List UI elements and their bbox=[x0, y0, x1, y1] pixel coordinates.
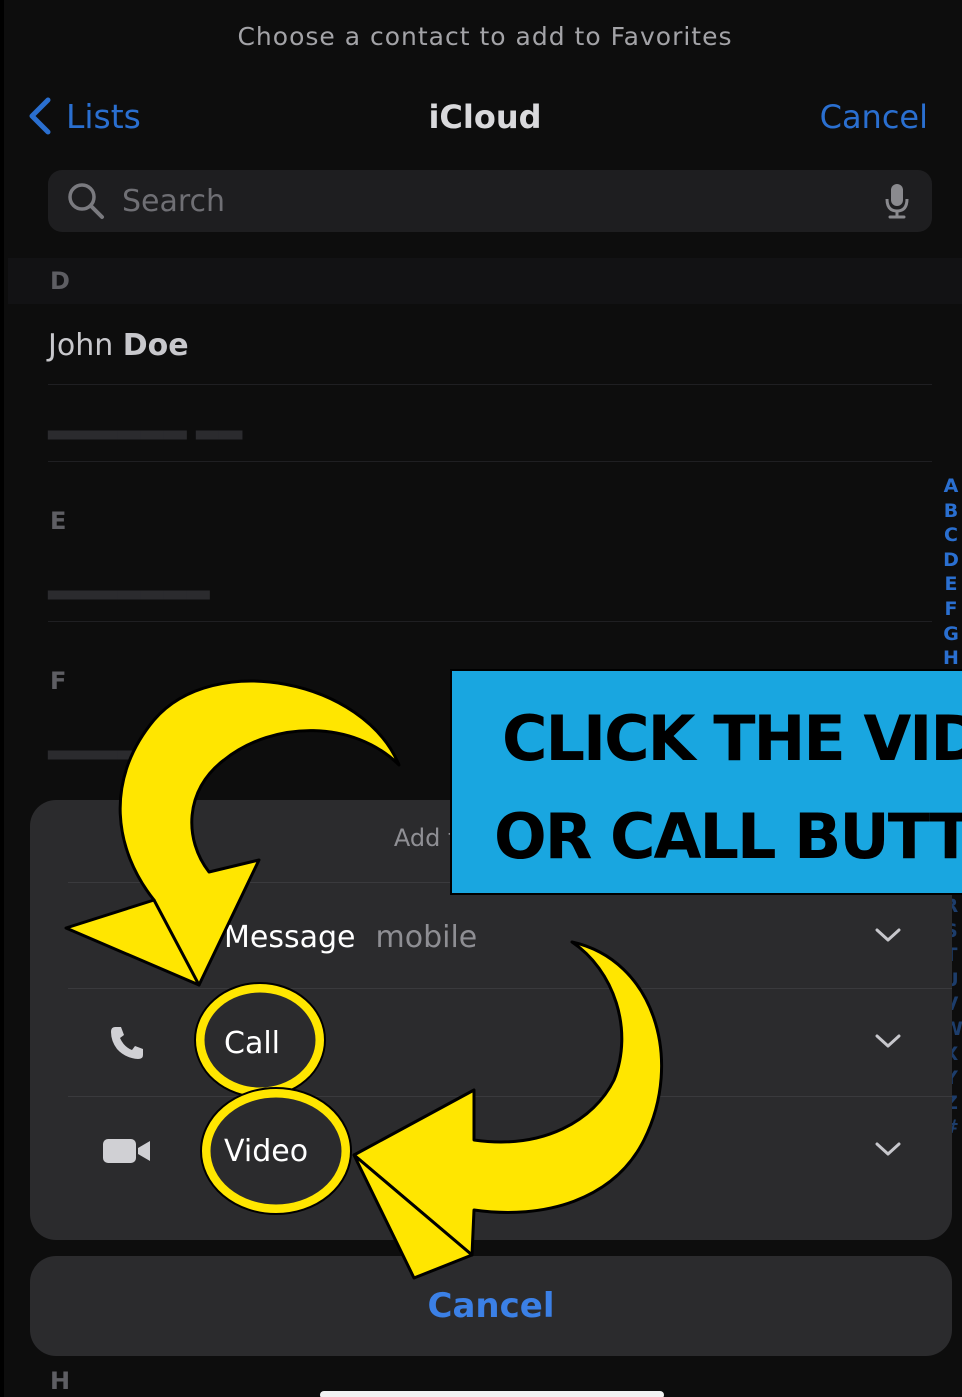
video-icon bbox=[68, 1136, 186, 1166]
redacted-contact: ▂▂▂▂▂▂ ▂▂ bbox=[48, 405, 243, 440]
index-letter[interactable]: A bbox=[942, 474, 960, 499]
call-option[interactable]: Call bbox=[68, 988, 952, 1097]
chevron-down-icon bbox=[875, 1034, 901, 1048]
screen: Choose a contact to add to Favorites Lis… bbox=[0, 0, 962, 1397]
contact-row-blurred[interactable]: ▂▂▂▂▂▂▂ bbox=[48, 545, 932, 622]
message-sub-label: mobile bbox=[375, 919, 478, 955]
message-option[interactable]: Message mobile bbox=[68, 882, 952, 991]
phone-icon bbox=[68, 1023, 186, 1063]
section-header-e: E bbox=[8, 498, 962, 544]
message-label: Message bbox=[224, 919, 356, 955]
instruction-line-2: OR CALL BUTTON bbox=[494, 800, 962, 873]
cancel-button[interactable]: Cancel bbox=[820, 98, 928, 136]
index-letter[interactable]: B bbox=[942, 499, 960, 524]
contact-row[interactable]: John Doe bbox=[48, 308, 932, 385]
search-input[interactable] bbox=[120, 182, 884, 220]
page-title: iCloud bbox=[428, 98, 542, 136]
sheet-cancel-button[interactable]: Cancel bbox=[30, 1256, 952, 1356]
redacted-contact: ▂▂▂▂ bbox=[48, 725, 141, 760]
index-letter[interactable]: E bbox=[942, 572, 960, 597]
contact-row-blurred[interactable]: ▂▂▂▂▂▂ ▂▂ bbox=[48, 385, 932, 462]
index-letter[interactable]: D bbox=[942, 548, 960, 573]
section-index[interactable]: A B C D E F G H bbox=[942, 474, 960, 671]
search-icon bbox=[68, 183, 104, 219]
search-bar[interactable] bbox=[48, 170, 932, 232]
contact-first-name: John bbox=[48, 328, 114, 363]
home-indicator bbox=[320, 1391, 664, 1397]
redacted-contact: ▂▂▂▂▂▂▂ bbox=[48, 565, 210, 600]
contact-last-name: Doe bbox=[122, 328, 189, 363]
index-letter[interactable]: H bbox=[942, 646, 960, 671]
section-header-d: D bbox=[8, 258, 962, 304]
header-prompt: Choose a contact to add to Favorites bbox=[237, 22, 733, 51]
index-letter[interactable]: C bbox=[942, 523, 960, 548]
call-label: Call bbox=[224, 1025, 281, 1061]
instruction-line-1: CLICK THE VIDEO bbox=[502, 702, 962, 775]
chevron-down-icon bbox=[875, 928, 901, 942]
chevron-down-icon bbox=[875, 1142, 901, 1156]
microphone-icon[interactable] bbox=[884, 183, 910, 219]
video-option[interactable]: Video bbox=[68, 1096, 952, 1205]
video-label: Video bbox=[224, 1133, 309, 1169]
instruction-banner: CLICK THE VIDEO OR CALL BUTTON bbox=[450, 669, 962, 895]
index-letter[interactable]: F bbox=[942, 597, 960, 622]
index-letter[interactable]: G bbox=[942, 622, 960, 647]
